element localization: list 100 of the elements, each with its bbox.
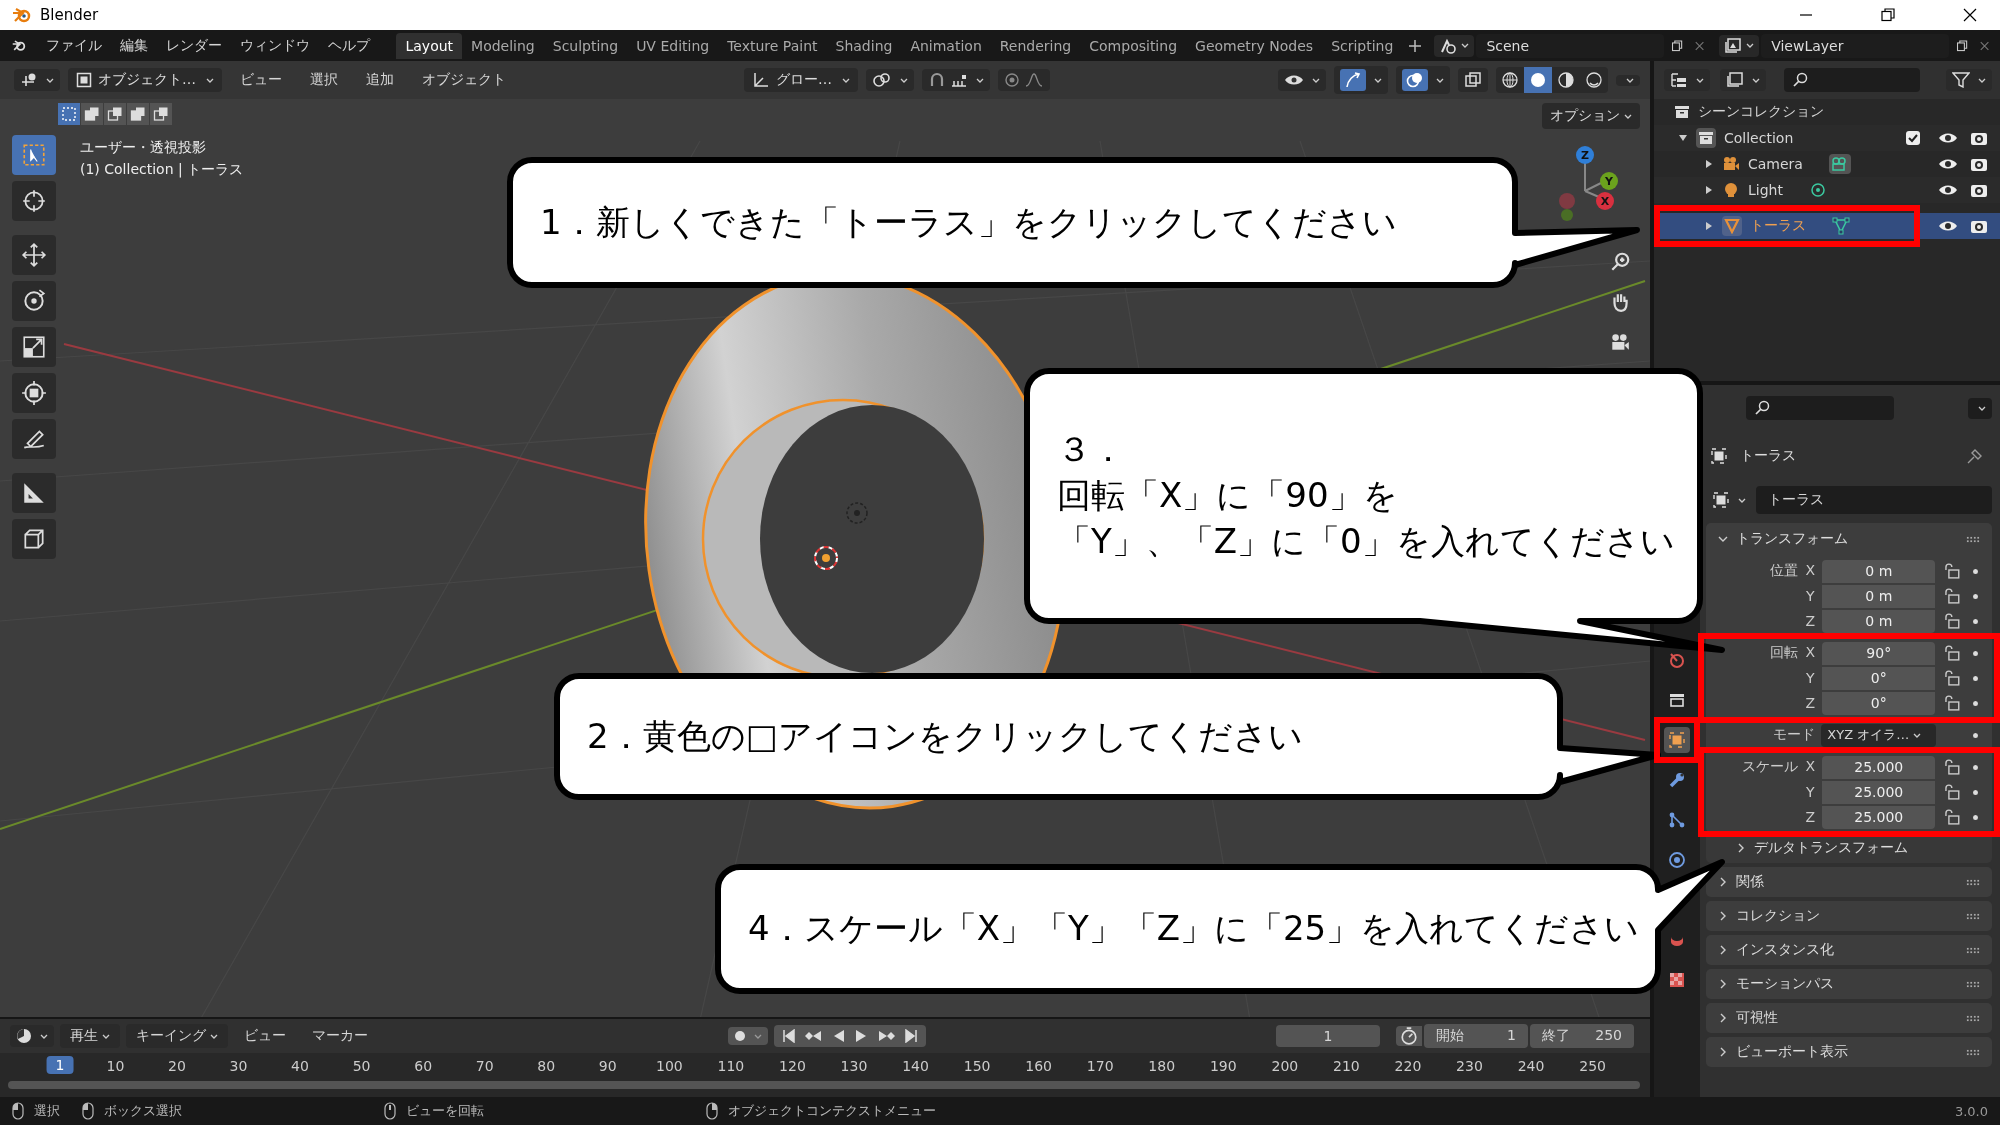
pin-icon[interactable] bbox=[1966, 447, 1984, 465]
selection-mode-button[interactable] bbox=[81, 103, 103, 125]
tool-button[interactable] bbox=[12, 473, 56, 513]
expand-arrow-icon[interactable] bbox=[1678, 133, 1688, 143]
expand-arrow-icon[interactable] bbox=[1704, 185, 1714, 195]
menu-item[interactable]: 編集 bbox=[112, 36, 157, 55]
start-frame-field[interactable]: 開始 1 bbox=[1424, 1024, 1528, 1048]
number-field[interactable]: 25.000 bbox=[1822, 780, 1936, 804]
rotation-mode-dropdown[interactable]: XYZ オイラ… bbox=[1821, 723, 1936, 747]
camera-icon[interactable] bbox=[1970, 182, 1988, 198]
number-field[interactable]: 90° bbox=[1822, 641, 1936, 665]
workspace-tab[interactable]: Sculpting bbox=[543, 32, 628, 59]
workspace-tab[interactable]: Animation bbox=[901, 32, 991, 59]
unlocked-padlock-icon[interactable] bbox=[1943, 588, 1962, 604]
visibility-button[interactable] bbox=[1278, 69, 1326, 91]
workspace-tab[interactable]: Layout bbox=[396, 32, 463, 59]
unlocked-padlock-icon[interactable] bbox=[1943, 563, 1962, 579]
outliner-row[interactable]: Camera bbox=[1654, 151, 2000, 177]
timeline-menu[interactable]: マーカー bbox=[302, 1024, 378, 1048]
viewport-menu[interactable]: 追加 bbox=[356, 71, 404, 89]
number-field[interactable]: 0 m bbox=[1822, 559, 1936, 583]
editor-type-button[interactable] bbox=[14, 69, 60, 91]
snap-button[interactable] bbox=[922, 69, 990, 91]
current-frame-field[interactable]: 1 bbox=[1276, 1025, 1380, 1047]
workspace-tab[interactable]: Shading bbox=[826, 32, 902, 59]
jump-end-icon[interactable] bbox=[904, 1029, 918, 1043]
collapsed-panel[interactable]: コレクション bbox=[1706, 901, 1992, 931]
drag-handle-icon[interactable] bbox=[1966, 946, 1980, 954]
scrollbar[interactable] bbox=[8, 1081, 1640, 1089]
eye-icon[interactable] bbox=[1938, 183, 1958, 197]
xray-button[interactable] bbox=[1458, 68, 1488, 92]
collapsed-panel[interactable]: 関係 bbox=[1706, 867, 1992, 897]
menu-item[interactable]: ヘルプ bbox=[320, 36, 379, 55]
keyframe-dot-icon[interactable] bbox=[1973, 618, 1978, 624]
copy-icon[interactable] bbox=[1670, 37, 1684, 54]
selection-mode-button[interactable] bbox=[58, 103, 80, 125]
keyframe-dot-icon[interactable] bbox=[1973, 789, 1978, 795]
tool-button[interactable] bbox=[12, 519, 56, 559]
proportional-edit-button[interactable] bbox=[998, 69, 1050, 91]
editor-type-button[interactable] bbox=[10, 1025, 54, 1047]
menu-item[interactable]: ファイル bbox=[38, 36, 111, 55]
drag-handle-icon[interactable] bbox=[1966, 1048, 1980, 1056]
options-dropdown[interactable]: オプション bbox=[1542, 103, 1640, 129]
selection-mode-button[interactable] bbox=[150, 103, 172, 125]
unlocked-padlock-icon[interactable] bbox=[1943, 695, 1962, 711]
drag-handle-icon[interactable] bbox=[1966, 878, 1980, 886]
tool-button[interactable] bbox=[12, 181, 56, 221]
keyframe-dot-icon[interactable] bbox=[1973, 675, 1978, 681]
playhead-frame[interactable]: 1 bbox=[46, 1056, 74, 1074]
stopwatch-icon[interactable] bbox=[1396, 1026, 1422, 1046]
workspace-tab[interactable]: Rendering bbox=[990, 32, 1081, 59]
expand-arrow-icon[interactable] bbox=[1704, 221, 1714, 231]
menu-item[interactable]: レンダー bbox=[158, 36, 231, 55]
chevron-icon[interactable] bbox=[1718, 534, 1728, 544]
workspace-tab[interactable]: Scripting bbox=[1322, 32, 1403, 59]
camera-icon[interactable] bbox=[1970, 130, 1988, 146]
eye-icon[interactable] bbox=[1938, 157, 1958, 171]
number-field[interactable]: 0 m bbox=[1822, 609, 1936, 633]
keyframe-dot-icon[interactable] bbox=[1973, 732, 1978, 738]
pivot-button[interactable] bbox=[866, 69, 914, 91]
selection-mode-button[interactable] bbox=[104, 103, 126, 125]
collapsed-panel[interactable]: 可視性 bbox=[1706, 1003, 1992, 1033]
object-name-field[interactable]: トーラス bbox=[1756, 486, 1992, 514]
mode-dropdown[interactable]: オブジェクト… bbox=[68, 68, 222, 92]
keyframe-dot-icon[interactable] bbox=[1973, 700, 1978, 706]
drag-handle-icon[interactable] bbox=[1966, 535, 1980, 543]
viewport-menu[interactable]: ビュー bbox=[230, 71, 292, 89]
axis-handle[interactable]: Z bbox=[1576, 146, 1594, 164]
timeline-menu[interactable]: ビュー bbox=[234, 1024, 296, 1048]
timeline-menu[interactable]: キーイング bbox=[126, 1024, 228, 1048]
menu-item[interactable]: ウィンドウ bbox=[232, 36, 319, 55]
number-field[interactable]: 0° bbox=[1822, 666, 1936, 690]
scene-collection-label[interactable]: シーンコレクション bbox=[1698, 103, 1824, 121]
filter-button[interactable] bbox=[1946, 69, 1992, 91]
play-reverse-icon[interactable] bbox=[832, 1029, 846, 1043]
viewport-menu[interactable]: 選択 bbox=[300, 71, 348, 89]
shading-mode-button[interactable] bbox=[1524, 67, 1552, 93]
collapsed-panel[interactable]: モーションパス bbox=[1706, 969, 1992, 999]
tool-button[interactable] bbox=[12, 327, 56, 367]
mesh-data-icon[interactable] bbox=[1832, 217, 1850, 235]
camera-icon[interactable] bbox=[1970, 218, 1988, 234]
camera-icon[interactable] bbox=[1609, 331, 1631, 353]
unlocked-padlock-icon[interactable] bbox=[1943, 670, 1962, 686]
drag-handle-icon[interactable] bbox=[1966, 912, 1980, 920]
keyframe-dot-icon[interactable] bbox=[1973, 764, 1978, 770]
viewport-menu[interactable]: オブジェクト bbox=[412, 71, 516, 89]
unlocked-padlock-icon[interactable] bbox=[1943, 784, 1962, 800]
end-frame-field[interactable]: 終了 250 bbox=[1530, 1024, 1634, 1048]
shading-options-button[interactable] bbox=[1616, 74, 1640, 86]
camera-data-icon[interactable] bbox=[1828, 154, 1851, 174]
keyframe-dot-icon[interactable] bbox=[1973, 568, 1978, 574]
camera-icon[interactable] bbox=[1970, 156, 1988, 172]
selection-mode-button[interactable] bbox=[127, 103, 149, 125]
collapsed-panel[interactable]: ビューポート表示 bbox=[1706, 1037, 1992, 1067]
light-data-icon[interactable] bbox=[1808, 182, 1827, 198]
next-keyframe-icon[interactable] bbox=[876, 1029, 896, 1043]
collapsed-panel[interactable]: インスタンス化 bbox=[1706, 935, 1992, 965]
zoom-icon[interactable] bbox=[1609, 251, 1631, 273]
scene-selector[interactable] bbox=[1434, 34, 1475, 57]
view-layer-field[interactable]: ViewLayer bbox=[1761, 33, 1949, 58]
